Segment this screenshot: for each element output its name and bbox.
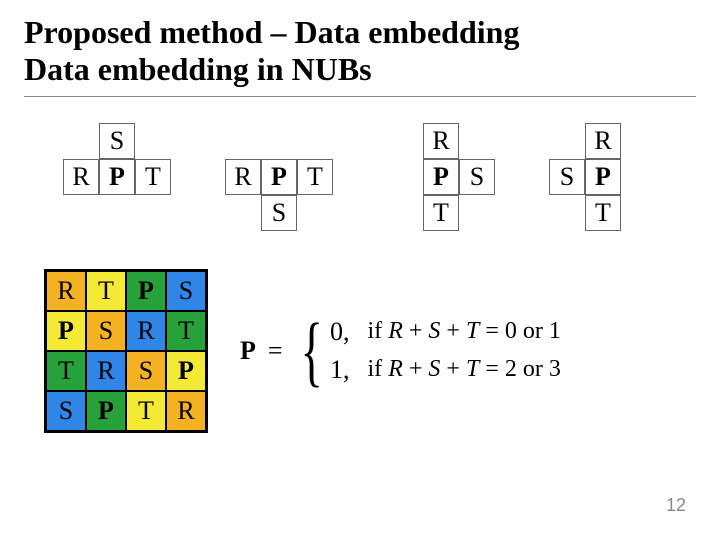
grid-cell: P bbox=[86, 391, 126, 431]
equals-sign: = bbox=[264, 336, 287, 366]
grid-cell: S bbox=[46, 391, 86, 431]
nub-cell: R bbox=[63, 159, 99, 195]
slide-title: Proposed method – Data embedding Data em… bbox=[24, 14, 696, 88]
grid-cell: R bbox=[166, 391, 206, 431]
nub-cell: T bbox=[423, 195, 459, 231]
left-brace-icon: { bbox=[300, 321, 322, 381]
grid-cell: R bbox=[86, 351, 126, 391]
case-value: 1, bbox=[330, 355, 350, 385]
grid-cell: T bbox=[126, 391, 166, 431]
grid-cell: P bbox=[126, 271, 166, 311]
title-divider bbox=[24, 96, 696, 97]
p-definition-equation: P = { 0, if R + S + T = 0 or 1 1, if R +… bbox=[240, 317, 561, 385]
nub-cell: T bbox=[135, 159, 171, 195]
grid-cell: S bbox=[126, 351, 166, 391]
grid-cell: P bbox=[166, 351, 206, 391]
nub-shape-3: R P S T bbox=[387, 123, 495, 231]
grid-cell: T bbox=[86, 271, 126, 311]
nub-cell: S bbox=[459, 159, 495, 195]
nub-cell: R bbox=[585, 123, 621, 159]
nub-shape-1: S R P T bbox=[63, 123, 171, 231]
main-row: RTPSPSRTTRSPSPTR P = { 0, if R + S + T =… bbox=[44, 269, 696, 433]
title-line-1: Proposed method – Data embedding bbox=[24, 14, 519, 50]
case-condition: if R + S + T = 2 or 3 bbox=[368, 356, 561, 383]
nub-cell: T bbox=[585, 195, 621, 231]
title-line-2: Data embedding in NUBs bbox=[24, 51, 372, 87]
equation-cases: 0, if R + S + T = 0 or 1 1, if R + S + T… bbox=[330, 317, 561, 385]
nub-cell-p: P bbox=[99, 159, 135, 195]
nub-cell-p: P bbox=[585, 159, 621, 195]
case-condition: if R + S + T = 0 or 1 bbox=[368, 318, 561, 345]
grid-cell: P bbox=[46, 311, 86, 351]
page-number: 12 bbox=[666, 495, 686, 516]
nub-cell: S bbox=[261, 195, 297, 231]
nub-configurations-row: S R P T R P T S R P S T bbox=[64, 123, 656, 231]
nub-cell: S bbox=[549, 159, 585, 195]
color-grid-4x4: RTPSPSRTTRSPSPTR bbox=[44, 269, 208, 433]
nub-cell: R bbox=[423, 123, 459, 159]
nub-cell: R bbox=[225, 159, 261, 195]
grid-cell: T bbox=[166, 311, 206, 351]
case-value: 0, bbox=[330, 317, 350, 347]
grid-cell: R bbox=[46, 271, 86, 311]
nub-cell-p: P bbox=[261, 159, 297, 195]
grid-cell: S bbox=[86, 311, 126, 351]
grid-cell: T bbox=[46, 351, 86, 391]
grid-cell: R bbox=[126, 311, 166, 351]
nub-cell: T bbox=[297, 159, 333, 195]
grid-cell: S bbox=[166, 271, 206, 311]
nub-cell: S bbox=[99, 123, 135, 159]
nub-shape-4: R S P T bbox=[549, 123, 657, 231]
nub-cell-p: P bbox=[423, 159, 459, 195]
equation-lhs: P bbox=[240, 336, 258, 366]
nub-shape-2: R P T S bbox=[225, 123, 333, 231]
